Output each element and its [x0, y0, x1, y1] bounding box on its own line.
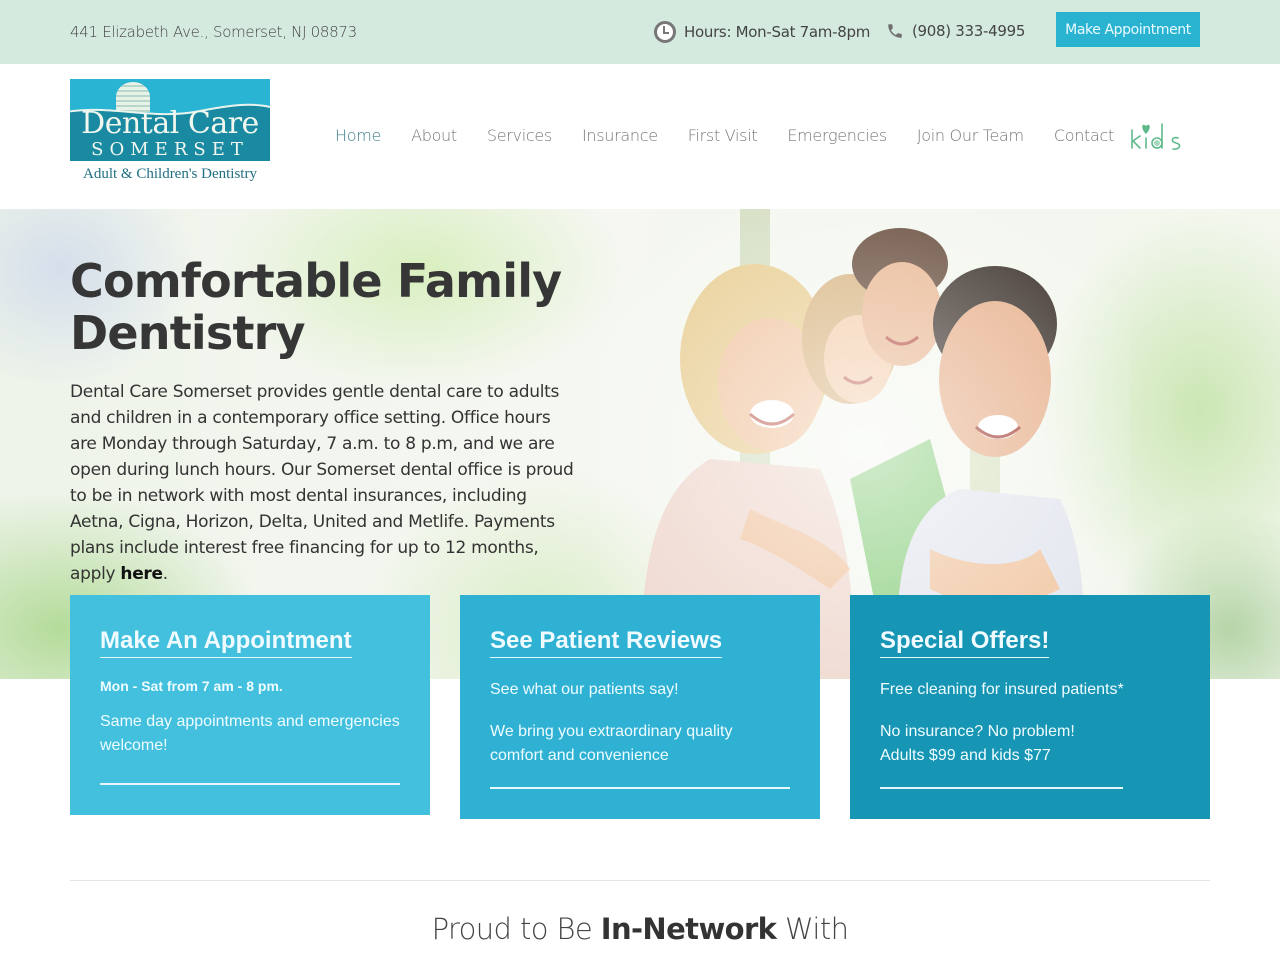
card-text: We bring you extraordinary quality comfo…: [490, 723, 733, 764]
card-subtitle: Mon - Sat from 7 am - 8 pm.: [100, 678, 283, 694]
card-text: No insurance? No problem!: [880, 723, 1075, 740]
phone-icon: [888, 24, 902, 38]
card-patient-reviews[interactable]: See Patient Reviews See what our patient…: [460, 595, 820, 819]
card-title[interactable]: Make An Appointment: [100, 625, 352, 658]
card-title[interactable]: See Patient Reviews: [490, 625, 723, 658]
nav-item-services[interactable]: Services: [472, 126, 567, 145]
phone-number[interactable]: (908) 333-4995: [912, 22, 1025, 40]
nav-item-contact[interactable]: Contact: [1039, 126, 1129, 145]
card-make-appointment[interactable]: Make An Appointment Mon - Sat from 7 am …: [70, 595, 430, 815]
top-bar: 441 Elizabeth Ave., Somerset, NJ 08873 H…: [0, 0, 1280, 64]
address-text: 441 Elizabeth Ave., Somerset, NJ 08873: [70, 23, 357, 41]
financing-apply-link[interactable]: here: [120, 564, 163, 584]
section-divider: [70, 880, 1210, 881]
hero-body-end: .: [162, 564, 168, 584]
network-prefix: Proud to Be: [431, 912, 601, 946]
card-divider: [880, 787, 1123, 789]
card-title[interactable]: Special Offers!: [880, 625, 1050, 658]
site-header: Dental Care SOMERSET Adult & Children's …: [0, 64, 1280, 209]
card-divider: [490, 787, 790, 789]
make-appointment-button[interactable]: Make Appointment: [1056, 12, 1200, 47]
hours-text: Hours: Mon-Sat 7am-8pm: [684, 23, 871, 41]
nav-item-home[interactable]: Home: [320, 126, 396, 145]
card-special-offers[interactable]: Special Offers! Free cleaning for insure…: [850, 595, 1210, 819]
nav-item-first-visit[interactable]: First Visit: [673, 126, 773, 145]
hero-description: Dental Care Somerset provides gentle den…: [70, 379, 575, 587]
hero-title-line2: Dentistry: [70, 306, 306, 360]
nav-item-insurance[interactable]: Insurance: [567, 126, 673, 145]
logo-banner: Dental Care SOMERSET: [70, 79, 270, 161]
in-network-heading: Proud to Be In-Network With: [0, 912, 1280, 946]
main-nav: Home About Services Insurance First Visi…: [320, 126, 1129, 145]
logo[interactable]: Dental Care SOMERSET Adult & Children's …: [70, 79, 270, 187]
logo-name: Dental Care: [81, 106, 259, 141]
nav-item-emergencies[interactable]: Emergencies: [772, 126, 902, 145]
phone-info[interactable]: (908) 333-4995: [886, 21, 1025, 41]
nav-item-join-our-team[interactable]: Join Our Team: [902, 126, 1039, 145]
logo-tagline: Adult & Children's Dentistry: [83, 166, 257, 182]
card-text: See what our patients say!: [490, 681, 679, 698]
hero-title: Comfortable Family Dentistry: [70, 255, 590, 359]
card-divider: [100, 783, 400, 785]
kids-logo-icon[interactable]: [1128, 118, 1186, 154]
network-bold: In-Network: [600, 912, 777, 946]
hero-title-line1: Comfortable Family: [70, 254, 562, 308]
card-text: Free cleaning for insured patients*: [880, 681, 1124, 698]
network-suffix: With: [776, 912, 849, 946]
card-text: Adults $99 and kids $77: [880, 747, 1051, 764]
logo-city: SOMERSET: [91, 139, 249, 160]
hours-info: Hours: Mon-Sat 7am-8pm: [654, 21, 870, 43]
card-text: Same day appointments and emergencies we…: [100, 713, 400, 754]
hero-body-text: Dental Care Somerset provides gentle den…: [70, 382, 574, 584]
clock-icon: [654, 21, 676, 43]
nav-item-about[interactable]: About: [396, 126, 472, 145]
